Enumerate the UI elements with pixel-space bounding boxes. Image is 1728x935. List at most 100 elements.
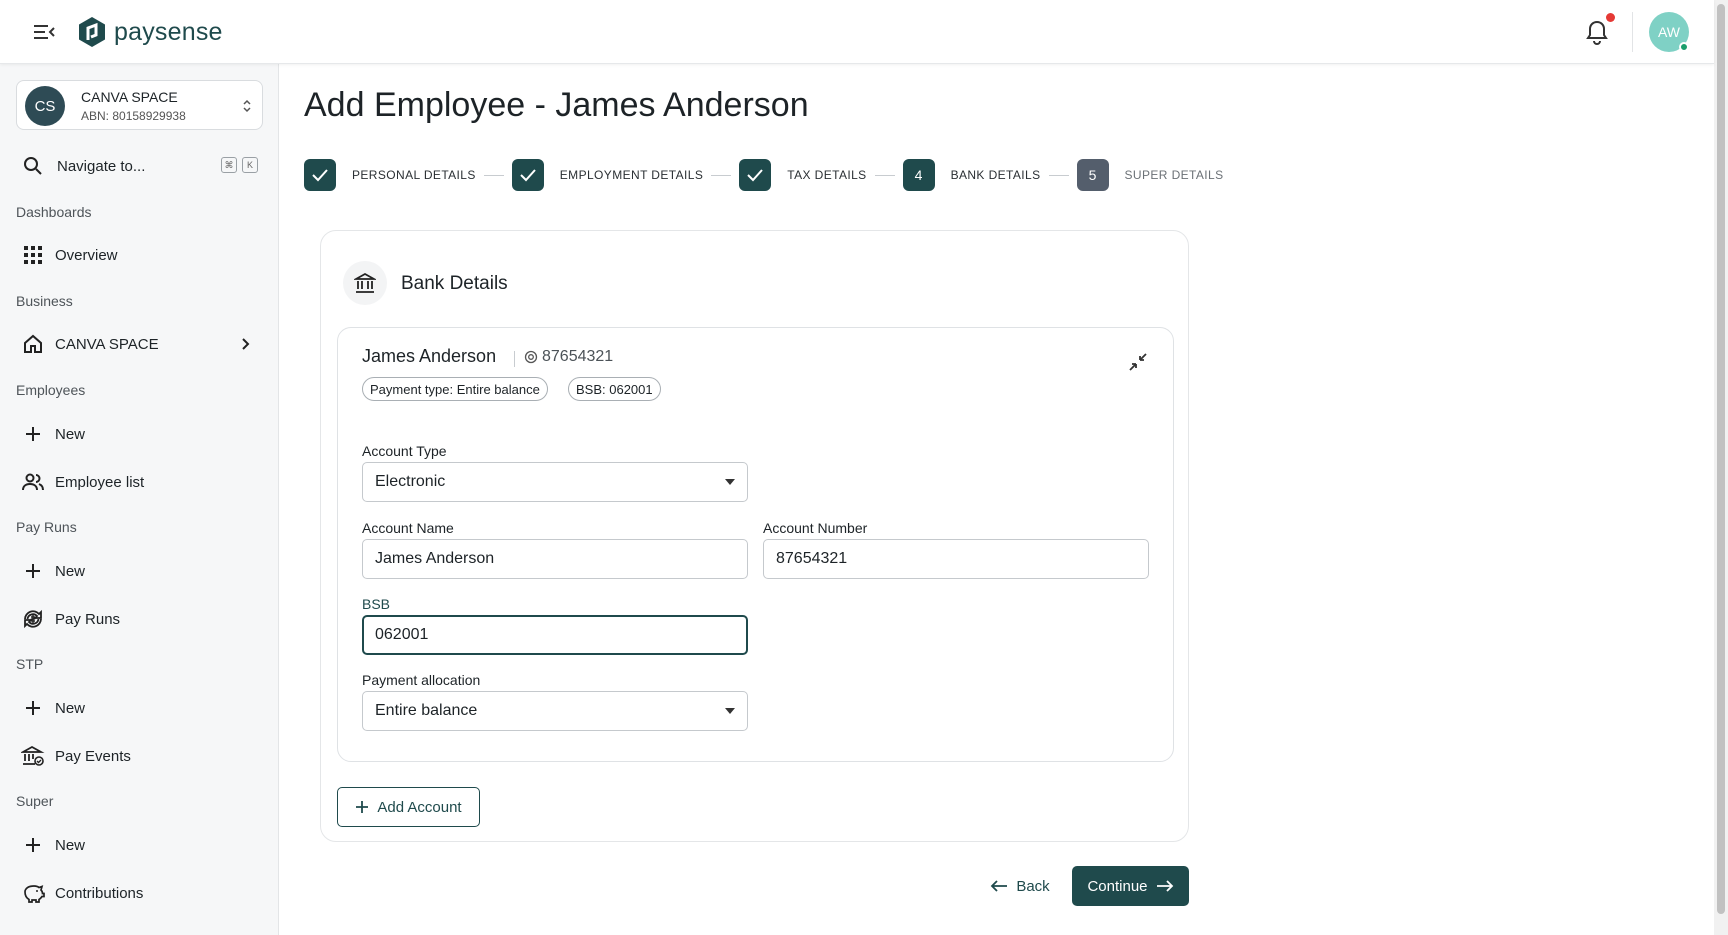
step-connector — [874, 174, 895, 176]
plus-icon — [21, 559, 45, 583]
account-holder-name: James Anderson — [362, 346, 497, 366]
logo[interactable]: paysense — [78, 16, 223, 48]
add-account-button[interactable]: Add Account — [337, 787, 480, 827]
collapse-icon[interactable] — [1126, 350, 1150, 374]
sidebar-item-label: New — [55, 425, 86, 443]
step-label-employment: EMPLOYMENT DETAILS — [559, 168, 704, 182]
section-super: Super — [16, 793, 54, 809]
header-divider — [1632, 12, 1633, 52]
step-connector — [1048, 174, 1069, 176]
continue-label: Continue — [1087, 877, 1148, 895]
step-label-tax: TAX DETAILS — [787, 168, 867, 182]
continue-button[interactable]: Continue — [1072, 866, 1189, 906]
bank-check-icon — [21, 744, 45, 768]
org-avatar: CS — [25, 86, 65, 126]
people-icon — [21, 470, 45, 494]
sidebar-item-label: New — [55, 562, 86, 580]
account-type-label: Account Type — [362, 443, 447, 459]
logo-text: paysense — [114, 17, 223, 46]
step-1-check[interactable] — [304, 159, 336, 191]
account-type-select[interactable]: Electronic — [362, 462, 748, 502]
sidebar-item-label: Pay Runs — [55, 610, 121, 628]
step-label-bank: BANK DETAILS — [950, 168, 1041, 182]
account-number-input[interactable]: 87654321 — [763, 539, 1149, 579]
card-title: Bank Details — [401, 273, 508, 294]
sidebar-item-new-super[interactable]: New — [16, 828, 263, 862]
sidebar-item-employee-list[interactable]: Employee list — [16, 465, 263, 499]
step-3-check[interactable] — [739, 159, 772, 191]
sidebar: CS CANVA SPACE ABN: 80158929938 Navigate… — [0, 64, 279, 935]
navigate-label: Navigate to... — [57, 157, 146, 175]
org-initials: CS — [34, 97, 56, 115]
stepper: PERSONAL DETAILS EMPLOYMENT DETAILS TAX … — [304, 159, 1224, 191]
kbd-k: K — [242, 157, 258, 173]
step-label-super: SUPER DETAILS — [1124, 168, 1224, 182]
bsb-value: 062001 — [375, 626, 429, 643]
payment-allocation-value: Entire balance — [375, 702, 478, 719]
sidebar-item-overview[interactable]: Overview — [16, 238, 263, 272]
avatar-initials: AW — [1657, 24, 1681, 40]
dropdown-caret-icon — [725, 708, 735, 714]
sidebar-item-new-stp[interactable]: New — [16, 691, 263, 725]
sidebar-item-new-employee[interactable]: New — [16, 417, 263, 451]
bsb-chip: BSB: 062001 — [568, 377, 661, 401]
sidebar-item-canva-space[interactable]: CANVA SPACE — [16, 327, 263, 361]
scrollbar-thumb[interactable] — [1717, 4, 1725, 914]
section-business: Business — [16, 293, 73, 309]
bank-details-card: Bank Details James Anderson 87654321 Pay… — [320, 230, 1189, 842]
sidebar-item-label: Overview — [55, 246, 118, 264]
account-number-label: Account Number — [763, 520, 868, 536]
account-number-summary: 87654321 — [524, 348, 613, 366]
step-5-number[interactable]: 5 — [1076, 159, 1109, 191]
bank-icon — [343, 261, 387, 305]
account-name-label: Account Name — [362, 520, 454, 536]
piggy-bank-icon — [21, 881, 45, 905]
paysense-logo-icon — [79, 17, 105, 47]
sidebar-item-pay-runs[interactable]: Pay Runs — [16, 602, 263, 636]
section-employees: Employees — [16, 382, 86, 398]
step-4-number[interactable]: 4 — [902, 159, 935, 191]
account-number-value: 87654321 — [776, 550, 848, 567]
online-status-dot — [1679, 42, 1689, 52]
account-name-input[interactable]: James Anderson — [362, 539, 748, 579]
step-2-check[interactable] — [511, 159, 544, 191]
top-bar: paysense AW — [0, 0, 1714, 64]
sidebar-item-contributions[interactable]: Contributions — [16, 876, 263, 910]
page-title: Add Employee - James Anderson — [304, 86, 809, 124]
bsb-input[interactable]: 062001 — [362, 615, 748, 655]
account-type-value: Electronic — [375, 473, 446, 490]
org-abn: ABN: 80158929938 — [81, 109, 186, 123]
check-icon — [312, 169, 328, 182]
payment-allocation-label: Payment allocation — [362, 672, 481, 688]
arrow-left-icon — [991, 880, 1008, 892]
section-dashboards: Dashboards — [16, 204, 92, 220]
sidebar-item-pay-events[interactable]: Pay Events — [16, 739, 263, 773]
unfold-icon — [243, 99, 251, 113]
payment-allocation-select[interactable]: Entire balance — [362, 691, 748, 731]
chevron-right-icon — [242, 338, 250, 350]
organization-switcher[interactable]: CS CANVA SPACE ABN: 80158929938 — [16, 80, 263, 130]
account-name-value: James Anderson — [375, 550, 495, 567]
step-connector — [711, 174, 732, 176]
navigate-search[interactable]: Navigate to... ⌘ K — [16, 152, 263, 180]
plus-icon — [21, 696, 45, 720]
section-stp: STP — [16, 656, 44, 672]
step-label-personal: PERSONAL DETAILS — [352, 168, 476, 182]
bank-account-panel: James Anderson 87654321 Payment type: En… — [337, 327, 1174, 762]
notification-dot — [1606, 13, 1615, 22]
plus-icon — [21, 833, 45, 857]
check-icon — [747, 169, 763, 182]
sidebar-item-label: CANVA SPACE — [55, 335, 159, 353]
home-icon — [21, 332, 45, 356]
sidebar-item-label: New — [55, 699, 86, 717]
notification-bell-icon[interactable] — [1584, 18, 1610, 46]
org-name: CANVA SPACE — [81, 89, 178, 105]
search-icon — [24, 157, 42, 175]
sidebar-item-new-pay-run[interactable]: New — [16, 554, 263, 588]
back-button[interactable]: Back — [980, 866, 1060, 906]
sync-dollar-icon — [21, 607, 45, 631]
name-separator — [514, 351, 515, 367]
plus-icon — [356, 801, 369, 813]
grid-icon — [21, 243, 45, 267]
menu-collapse-icon[interactable] — [30, 20, 58, 44]
